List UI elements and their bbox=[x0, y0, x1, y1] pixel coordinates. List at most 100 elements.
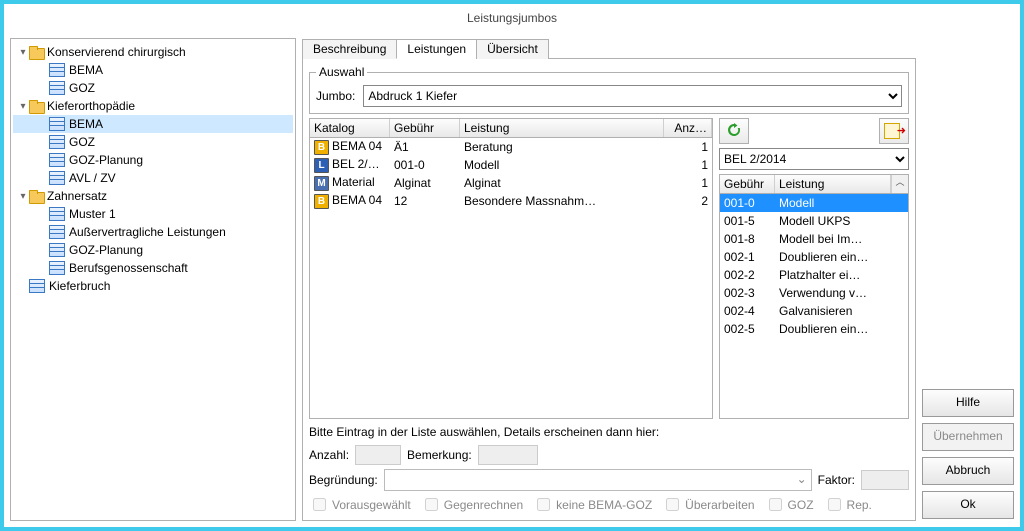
table-icon bbox=[49, 81, 65, 95]
col-katalog[interactable]: Katalog bbox=[310, 119, 390, 137]
auswahl-group: Auswahl Jumbo: Abdruck 1 Kiefer bbox=[309, 65, 909, 114]
anzahl-field bbox=[355, 445, 401, 465]
checkbox-input bbox=[425, 498, 438, 511]
list-item[interactable]: 002-1Doublieren ein… bbox=[720, 248, 908, 266]
begruendung-label: Begründung: bbox=[309, 473, 378, 487]
table-row[interactable]: BBEMA 04Ä1Beratung1 bbox=[310, 138, 712, 156]
faktor-field bbox=[861, 470, 909, 490]
tree-item[interactable]: GOZ-Planung bbox=[13, 151, 293, 169]
tree-item[interactable]: Muster 1 bbox=[13, 205, 293, 223]
abbruch-button[interactable]: Abbruch bbox=[922, 457, 1014, 485]
catalog-badge: M bbox=[314, 176, 329, 191]
tree-item[interactable]: Berufsgenossenschaft bbox=[13, 259, 293, 277]
ok-button[interactable]: Ok bbox=[922, 491, 1014, 519]
list-item[interactable]: 001-8Modell bei Im… bbox=[720, 230, 908, 248]
bemerkung-label: Bemerkung: bbox=[407, 448, 472, 462]
catalog-select[interactable]: BEL 2/2014 bbox=[719, 148, 909, 170]
tree-item[interactable]: BEMA bbox=[13, 61, 293, 79]
catalog-badge: B bbox=[314, 194, 329, 209]
checkbox-input bbox=[828, 498, 841, 511]
add-to-list-button[interactable] bbox=[879, 118, 909, 144]
col-gebuehr[interactable]: Gebühr bbox=[390, 119, 460, 137]
content-area: BeschreibungLeistungenÜbersicht Auswahl … bbox=[302, 38, 916, 521]
list-item[interactable]: 002-2Platzhalter ei… bbox=[720, 266, 908, 284]
uebernehmen-button: Übernehmen bbox=[922, 423, 1014, 451]
tree-item[interactable]: GOZ bbox=[13, 79, 293, 97]
window-body: ▾Konservierend chirurgischBEMAGOZ▾Kiefer… bbox=[4, 32, 1020, 527]
tree-label: Kieferbruch bbox=[49, 279, 110, 293]
hilfe-button[interactable]: Hilfe bbox=[922, 389, 1014, 417]
scroll-up-icon[interactable]: ︿ bbox=[891, 175, 908, 193]
catalog-badge: L bbox=[314, 158, 329, 173]
tree-twisty[interactable]: ▾ bbox=[17, 47, 29, 58]
list-add-icon bbox=[884, 123, 904, 139]
table-row[interactable]: MMaterialAlginatAlginat1 bbox=[310, 174, 712, 192]
window-title: Leistungsjumbos bbox=[4, 4, 1020, 32]
leistungen-grid[interactable]: Katalog Gebühr Leistung Anz… BBEMA 04Ä1B… bbox=[309, 118, 713, 419]
tree-label: GOZ-Planung bbox=[69, 153, 143, 167]
table-row[interactable]: BBEMA 0412Besondere Massnahm…2 bbox=[310, 192, 712, 210]
col-anzahl[interactable]: Anz… bbox=[664, 119, 712, 137]
col-leistung2[interactable]: Leistung bbox=[775, 175, 891, 193]
checkbox-rep-: Rep. bbox=[824, 495, 872, 514]
col-gebuehr2[interactable]: Gebühr bbox=[720, 175, 775, 193]
begruendung-combo[interactable]: ⌄ bbox=[384, 469, 812, 491]
tree-label: GOZ bbox=[69, 81, 95, 95]
list-item[interactable]: 002-3Verwendung v… bbox=[720, 284, 908, 302]
col-leistung[interactable]: Leistung bbox=[460, 119, 664, 137]
tree-item[interactable]: GOZ bbox=[13, 133, 293, 151]
bemerkung-field bbox=[478, 445, 538, 465]
list-item[interactable]: 002-5Doublieren ein… bbox=[720, 320, 908, 338]
catalog-badge: B bbox=[314, 140, 329, 155]
tree-item[interactable]: GOZ-Planung bbox=[13, 241, 293, 259]
tree-folder[interactable]: ▾Kieferorthopädie bbox=[13, 97, 293, 115]
table-icon bbox=[49, 117, 65, 131]
tree-label: Außervertragliche Leistungen bbox=[69, 225, 226, 239]
refresh-icon bbox=[726, 122, 742, 141]
catalog-grid[interactable]: Gebühr Leistung ︿ 001-0Modell001-5Modell… bbox=[719, 174, 909, 419]
jumbo-label: Jumbo: bbox=[316, 89, 355, 103]
checkbox--berarbeiten: Überarbeiten bbox=[662, 495, 754, 514]
checkbox-vorausgew-hlt: Vorausgewählt bbox=[309, 495, 411, 514]
tab-leistungen[interactable]: Leistungen bbox=[396, 39, 477, 59]
tab-übersicht[interactable]: Übersicht bbox=[476, 39, 549, 59]
tree-twisty[interactable]: ▾ bbox=[17, 191, 29, 202]
button-column: Hilfe Übernehmen Abbruch Ok bbox=[922, 38, 1014, 521]
tree-twisty[interactable]: ▾ bbox=[17, 101, 29, 112]
tree-item[interactable]: AVL / ZV bbox=[13, 169, 293, 187]
tree-item[interactable]: Außervertragliche Leistungen bbox=[13, 223, 293, 241]
main-pane: BeschreibungLeistungenÜbersicht Auswahl … bbox=[302, 38, 1014, 521]
checkbox-input bbox=[769, 498, 782, 511]
faktor-label: Faktor: bbox=[818, 473, 855, 487]
refresh-button[interactable] bbox=[719, 118, 749, 144]
table-icon bbox=[29, 279, 45, 293]
folder-icon bbox=[29, 100, 43, 112]
tree-folder[interactable]: ▾Konservierend chirurgisch bbox=[13, 43, 293, 61]
jumbo-select[interactable]: Abdruck 1 Kiefer bbox=[363, 85, 902, 107]
chevron-down-icon: ⌄ bbox=[797, 472, 807, 486]
checkbox-input bbox=[313, 498, 326, 511]
folder-icon bbox=[29, 46, 43, 58]
tree-folder[interactable]: ▾ Zahnersatz bbox=[13, 187, 293, 205]
list-item[interactable]: 001-0Modell bbox=[720, 194, 908, 212]
table-icon bbox=[49, 63, 65, 77]
tab-body: Auswahl Jumbo: Abdruck 1 Kiefer Katalog bbox=[302, 58, 916, 521]
category-tree[interactable]: ▾Konservierend chirurgischBEMAGOZ▾Kiefer… bbox=[10, 38, 296, 521]
checkbox-goz: GOZ bbox=[765, 495, 814, 514]
tree-item[interactable]: BEMA bbox=[13, 115, 293, 133]
table-icon bbox=[49, 243, 65, 257]
mid-section: Katalog Gebühr Leistung Anz… BBEMA 04Ä1B… bbox=[309, 118, 909, 419]
list-item[interactable]: 001-5Modell UKPS bbox=[720, 212, 908, 230]
tree-item[interactable]: Kieferbruch bbox=[13, 277, 293, 295]
window: Leistungsjumbos ▾Konservierend chirurgis… bbox=[0, 0, 1024, 531]
tree-label: Zahnersatz bbox=[47, 189, 107, 203]
table-icon bbox=[49, 153, 65, 167]
tab-beschreibung[interactable]: Beschreibung bbox=[302, 39, 397, 59]
table-row[interactable]: LBEL 2/…001-0Modell1 bbox=[310, 156, 712, 174]
tree-label: GOZ-Planung bbox=[69, 243, 143, 257]
table-icon bbox=[49, 135, 65, 149]
folder-icon bbox=[29, 190, 43, 202]
tree-label: Berufsgenossenschaft bbox=[69, 261, 188, 275]
list-item[interactable]: 002-4Galvanisieren bbox=[720, 302, 908, 320]
checkbox-input bbox=[666, 498, 679, 511]
